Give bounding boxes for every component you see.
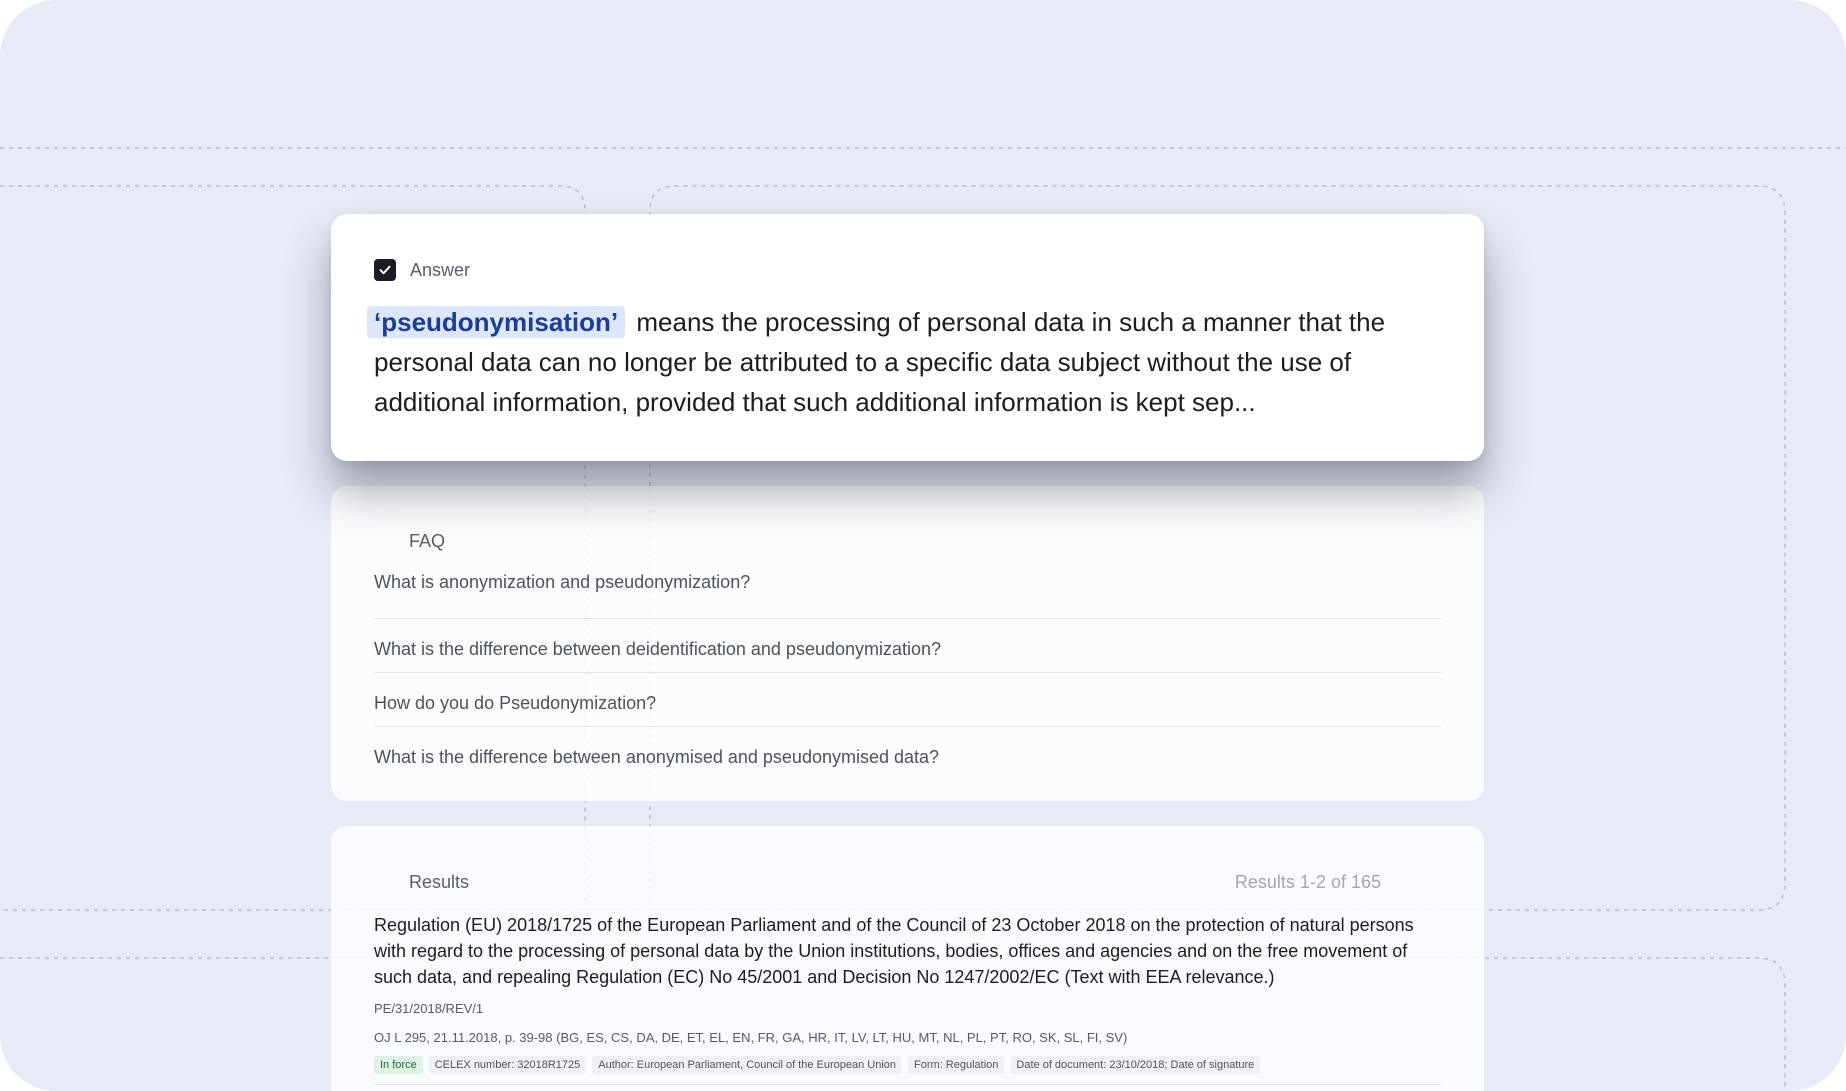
faq-item[interactable]: What is the difference between deidentif… — [374, 619, 1441, 673]
faq-list: What is anonymization and pseudonymizati… — [374, 566, 1441, 781]
answer-title: Answer — [410, 259, 471, 280]
result-reference: PE/31/2018/REV/1 — [374, 1001, 484, 1016]
result-title[interactable]: Regulation (EU) 2018/1725 of the Europea… — [374, 912, 1444, 990]
results-title: Results — [409, 872, 470, 892]
faq-card: FAQ What is anonymization and pseudonymi… — [331, 486, 1484, 801]
result-tags: In force CELEX number: 32018R1725 Author… — [374, 1056, 1261, 1074]
highlighted-term: ‘pseudonymisation’ — [367, 306, 626, 338]
answer-text: ‘pseudonymisation’ means the processing … — [367, 302, 1454, 422]
results-count: Results 1-2 of 165 — [1234, 872, 1381, 892]
app-frame: Answer ‘pseudonymisation’ means the proc… — [0, 0, 1846, 1091]
faq-item[interactable]: What is anonymization and pseudonymizati… — [374, 566, 1441, 619]
result-journal: OJ L 295, 21.11.2018, p. 39-98 (BG, ES, … — [374, 1030, 1128, 1045]
answer-card: Answer ‘pseudonymisation’ means the proc… — [331, 214, 1484, 461]
author-tag: Author: European Parliament, Council of … — [592, 1056, 903, 1074]
results-card: Results Results 1-2 of 165 Regulation (E… — [331, 826, 1484, 1091]
result-divider — [374, 1084, 1441, 1085]
results-header: Results — [409, 872, 469, 893]
faq-title: FAQ — [409, 531, 446, 551]
faq-item[interactable]: How do you do Pseudonymization? — [374, 673, 1441, 727]
date-tag: Date of document: 23/10/2018; Date of si… — [1010, 1056, 1261, 1074]
status-badge: In force — [374, 1056, 423, 1074]
faq-item[interactable]: What is the difference between anonymise… — [374, 727, 1441, 781]
form-tag: Form: Regulation — [908, 1056, 1005, 1074]
answer-header: Answer — [374, 259, 470, 281]
checkbox-checked-icon[interactable] — [374, 259, 396, 281]
faq-header: FAQ — [409, 531, 445, 552]
celex-tag: CELEX number: 32018R1725 — [428, 1056, 587, 1074]
